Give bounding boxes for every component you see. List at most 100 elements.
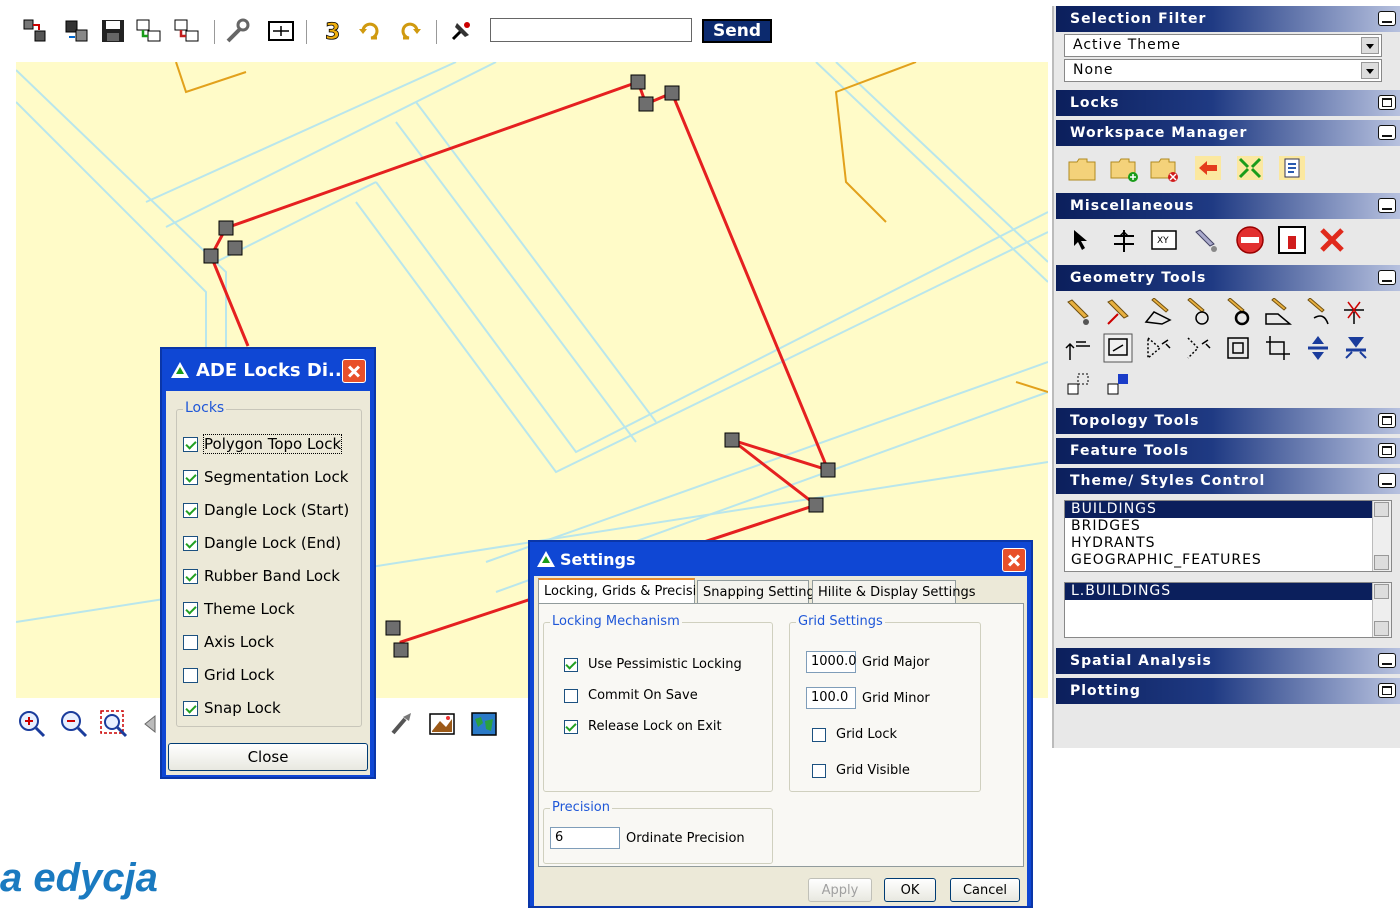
tab-locking-grids-precision[interactable]: Locking, Grids & Precision [538,578,712,603]
zoom-out-icon[interactable] [58,708,90,740]
list-item[interactable]: BUILDINGS [1065,501,1391,518]
collapse-icon[interactable] [1378,653,1396,668]
scrollbar[interactable] [1372,583,1391,637]
arrow-pointer-icon[interactable] [1066,224,1098,256]
raster-image-icon[interactable] [426,708,458,740]
coordinate-xy-icon[interactable]: XY [1148,224,1180,256]
list-item[interactable]: HYDRANTS [1065,535,1391,552]
wrench-icon[interactable] [222,16,252,46]
locks-header[interactable]: Locks [1056,90,1400,116]
spatial-analysis-header[interactable]: Spatial Analysis [1056,648,1400,674]
world-map-icon[interactable] [468,708,500,740]
close-icon[interactable] [1002,548,1026,572]
join-blue-icon[interactable] [1340,332,1372,364]
collapse-icon[interactable] [1378,198,1396,213]
align-icon[interactable] [1108,224,1140,256]
lock-checkbox[interactable] [183,601,198,617]
grid-visible-checkbox[interactable] [812,763,826,778]
pencil-select-icon[interactable] [1190,224,1222,256]
select-box-icon[interactable] [1102,332,1134,364]
pencil-line-icon[interactable] [1102,296,1134,328]
delete-x-icon[interactable] [1316,224,1348,256]
commit-on-save-option[interactable]: Commit On Save [564,688,698,703]
list-item[interactable]: L.BUILDINGS [1065,583,1391,600]
commit-on-save-checkbox[interactable] [564,688,578,703]
grid-visible-option[interactable]: Grid Visible [812,763,910,778]
pencil-polygon-icon[interactable] [1142,296,1174,328]
expand-icon[interactable] [1378,413,1396,428]
lock-checkbox[interactable] [183,535,198,551]
list-item[interactable]: BRIDGES [1065,518,1391,535]
tab-snapping-settings[interactable]: Snapping Settings [697,580,822,603]
geometry-tools-header[interactable]: Geometry Tools [1056,265,1400,291]
lock-checkbox[interactable] [183,469,198,485]
redo-count-icon[interactable]: 3 [318,16,348,46]
zoom-in-icon[interactable] [16,708,48,740]
lock-option[interactable]: Rubber Band Lock [183,562,351,590]
send-button[interactable]: Send [702,19,772,43]
lock-option[interactable]: Dangle Lock (Start) [183,496,351,524]
style-list[interactable]: L.BUILDINGS [1064,582,1392,638]
chevron-down-icon[interactable] [1361,37,1379,54]
cancel-button[interactable]: Cancel [950,878,1020,902]
scrollbar[interactable] [1372,501,1391,571]
ok-button[interactable]: OK [884,878,936,902]
pencil-rectangle-icon[interactable] [1262,296,1294,328]
topology-tools-header[interactable]: Topology Tools [1056,408,1400,434]
tab-hilite-display-settings[interactable]: Hilite & Display Settings [812,580,975,603]
collapse-icon[interactable] [1378,473,1396,488]
extend-icon[interactable] [1142,332,1174,364]
pin-icon[interactable] [446,16,476,46]
filter-combo[interactable]: None [1064,59,1382,82]
collapse-icon[interactable] [1378,11,1396,26]
info-icon[interactable] [1276,224,1308,256]
lock-option[interactable]: Snap Lock [183,694,351,722]
clip-icon[interactable] [1262,332,1294,364]
lock-option[interactable]: Grid Lock [183,661,351,689]
lock-checkbox[interactable] [183,634,198,650]
grid-minor-input[interactable]: 100.0 [806,687,856,709]
theme-list[interactable]: BUILDINGS BRIDGES HYDRANTS GEOGRAPHIC_FE… [1064,500,1392,572]
workspace-doc-icon[interactable] [1276,152,1308,184]
miscellaneous-header[interactable]: Miscellaneous [1056,193,1400,219]
selection-filter-header[interactable]: Selection Filter [1056,6,1400,32]
collapse-icon[interactable] [1378,270,1396,285]
offset-icon[interactable] [1222,332,1254,364]
pencil-curve-icon[interactable] [1302,296,1334,328]
plotting-header[interactable]: Plotting [1056,678,1400,704]
grid-lock-checkbox[interactable] [812,727,826,742]
chevron-down-icon[interactable] [1361,62,1379,79]
lock-checkbox[interactable] [183,436,198,452]
grid-major-input[interactable]: 1000.0 [806,651,857,673]
feature-tools-header[interactable]: Feature Tools [1056,438,1400,464]
table-unlink-icon[interactable] [172,16,202,46]
folder-icon[interactable] [1066,152,1098,184]
grid-lock-option[interactable]: Grid Lock [812,727,897,742]
pessimistic-locking-checkbox[interactable] [564,657,578,672]
collapse-icon[interactable] [1378,125,1396,140]
stop-icon[interactable] [1234,224,1266,256]
lock-option[interactable]: Dangle Lock (End) [183,529,351,557]
ordinate-precision-input[interactable]: 6 [550,827,620,849]
merge-blue-icon[interactable] [1302,332,1334,364]
workspace-manager-header[interactable]: Workspace Manager [1056,120,1400,146]
dialog-titlebar[interactable]: Settings [530,542,1030,576]
grid-settings-icon[interactable] [266,16,296,46]
zoom-window-icon[interactable] [98,708,130,740]
import-icon[interactable] [62,16,92,46]
back-arrow-icon[interactable] [1192,152,1224,184]
table-link-icon[interactable] [134,16,164,46]
pessimistic-locking-option[interactable]: Use Pessimistic Locking [564,657,742,672]
brush-icon[interactable] [386,708,418,740]
folder-add-icon[interactable] [1108,152,1140,184]
save-icon[interactable] [98,16,128,46]
lock-option[interactable]: Segmentation Lock [183,463,351,491]
lock-option[interactable]: Polygon Topo Lock [183,430,351,458]
export-icon[interactable] [20,16,50,46]
apply-button[interactable]: Apply [808,878,872,902]
split-icon[interactable] [1338,296,1370,328]
close-icon[interactable] [342,359,366,383]
pencil-ring-icon[interactable] [1222,296,1254,328]
theme-styles-header[interactable]: Theme/ Styles Control [1056,468,1400,494]
lock-checkbox[interactable] [183,502,198,518]
